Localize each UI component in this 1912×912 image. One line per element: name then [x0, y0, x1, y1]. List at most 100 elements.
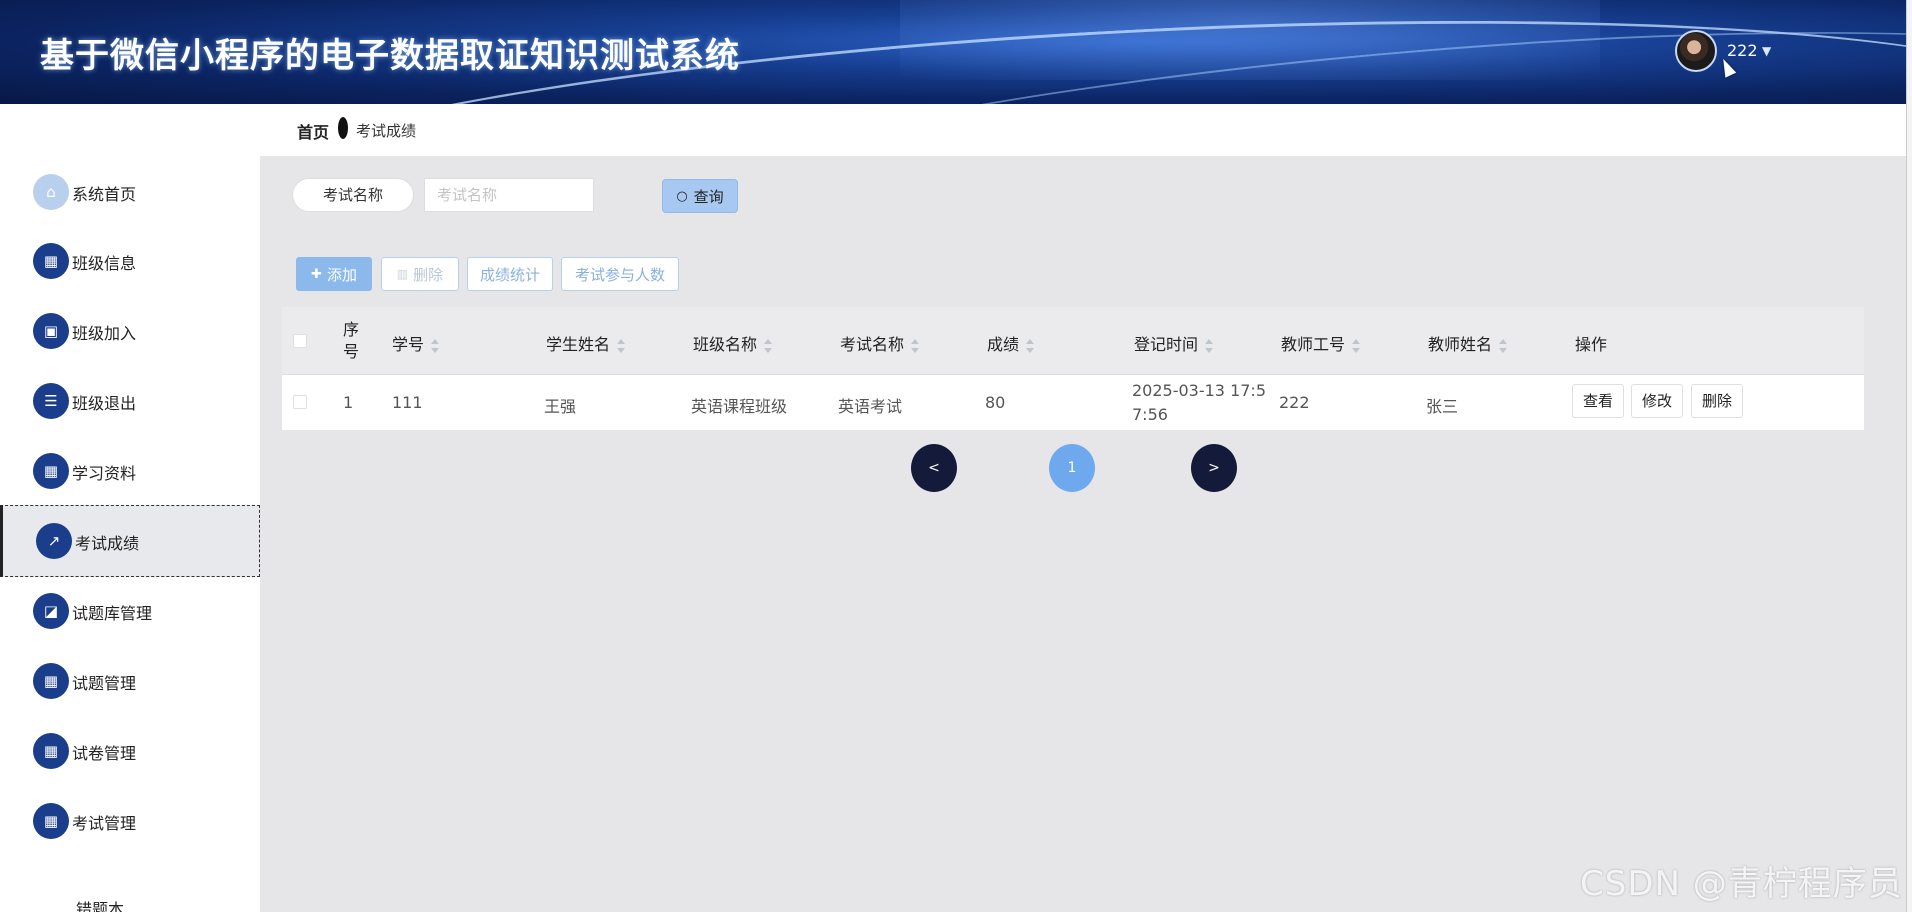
col-score[interactable]: 成绩 [987, 331, 1035, 355]
sort-icon[interactable] [616, 338, 626, 353]
row-checkbox[interactable] [293, 395, 307, 409]
col-teacher-no[interactable]: 教师工号 [1281, 331, 1361, 355]
watermark: CSDN @青柠程序员 [1580, 864, 1903, 904]
grid-icon: ▦ [33, 243, 69, 279]
edit-button[interactable]: 修改 [1631, 384, 1684, 418]
sidebar-item-class-quit[interactable]: ☰ 班级退出 [0, 366, 260, 436]
breadcrumb: 首页 考试成绩 [260, 104, 1906, 156]
col-student-name-label: 学生姓名 [546, 335, 611, 354]
scores-table: 序号 学号 学生姓名 班级名称 考试名称 成绩 登记时间 教师工号 教师姓名 操… [282, 307, 1864, 431]
sort-icon[interactable] [1204, 338, 1214, 353]
breadcrumb-home[interactable]: 首页 [297, 119, 329, 143]
cell-exam-name: 英语考试 [838, 397, 903, 416]
sidebar-item-label: 班级退出 [72, 394, 137, 413]
participants-label: 考试参与人数 [574, 265, 665, 284]
col-index: 序号 [343, 320, 360, 361]
chevron-down-icon[interactable]: ▼ [1762, 44, 1771, 58]
cell-teacher-name: 张三 [1426, 397, 1459, 416]
pagination-next-button[interactable]: > [1191, 444, 1237, 492]
score-stats-button[interactable]: 成绩统计 [467, 257, 553, 291]
sort-icon[interactable] [430, 338, 440, 353]
chart-icon: ↗ [36, 523, 72, 559]
sidebar-item-exams[interactable]: ▦ 考试管理 [0, 786, 260, 856]
col-operation: 操作 [1575, 335, 1608, 354]
add-button[interactable]: ✚ 添加 [296, 257, 372, 291]
sidebar: ⌂ 系统首页 ▦ 班级信息 ▣ 班级加入 ☰ 班级退出 ▦ 学习资料 ↗ 考试成绩 ◪ 试题库管理 ▦ 试题管… [0, 104, 260, 912]
col-class-name-label: 班级名称 [693, 335, 758, 354]
sidebar-item-label: 考试成绩 [75, 534, 140, 553]
sidebar-item-exam-scores[interactable]: ↗ 考试成绩 [0, 505, 260, 577]
view-button[interactable]: 查看 [1572, 384, 1625, 418]
sort-icon[interactable] [763, 338, 773, 353]
row-delete-button[interactable]: 删除 [1691, 384, 1744, 418]
sort-icon[interactable] [1351, 338, 1361, 353]
sidebar-item-questions[interactable]: ▦ 试题管理 [0, 646, 260, 716]
pagination-prev-button[interactable]: < [911, 444, 957, 492]
home-icon: ⌂ [33, 174, 69, 210]
delete-button-label: 删除 [413, 265, 444, 284]
cell-score: 80 [985, 393, 1006, 412]
col-teacher-name-label: 教师姓名 [1428, 335, 1493, 354]
breadcrumb-current: 考试成绩 [356, 122, 417, 140]
query-button[interactable]: ○ 查询 [662, 179, 738, 213]
cell-student-no: 111 [392, 393, 423, 412]
col-exam-name[interactable]: 考试名称 [840, 331, 920, 355]
sidebar-item-class-join[interactable]: ▣ 班级加入 [0, 296, 260, 366]
add-button-label: 添加 [326, 265, 357, 284]
cell-teacher-no: 222 [1279, 393, 1310, 412]
search-field-label: 考试名称 [292, 178, 414, 212]
grid-icon: ▦ [33, 453, 69, 489]
window-scrollbar[interactable] [1906, 0, 1912, 912]
cell-index: 1 [343, 393, 354, 412]
sort-icon[interactable] [1498, 338, 1508, 353]
sidebar-item-label: 考试管理 [72, 814, 137, 833]
col-student-no[interactable]: 学号 [392, 331, 440, 355]
col-exam-name-label: 考试名称 [840, 335, 905, 354]
trash-icon: ▥ [396, 267, 409, 281]
sidebar-item-class-info[interactable]: ▦ 班级信息 [0, 226, 260, 296]
cell-student-name: 王强 [544, 397, 577, 416]
search-icon: ○ [676, 188, 688, 204]
app-title: 基于微信小程序的电子数据取证知识测试系统 [40, 36, 740, 76]
exam-name-search-input[interactable] [424, 178, 594, 212]
col-student-name[interactable]: 学生姓名 [546, 331, 626, 355]
sidebar-item-question-bank[interactable]: ◪ 试题库管理 [0, 576, 260, 646]
sidebar-item-label: 试题管理 [72, 674, 137, 693]
table-row: 1 111 王强 英语课程班级 英语考试 80 2025-03-13 17:57… [282, 375, 1864, 431]
cell-register-time: 2025-03-13 17:57:56 [1132, 381, 1266, 424]
sidebar-item-label: 学习资料 [72, 464, 137, 483]
sidebar-item-label: 班级加入 [72, 324, 137, 343]
bank-icon: ◪ [33, 593, 69, 629]
col-register-time[interactable]: 登记时间 [1134, 331, 1214, 355]
participants-button[interactable]: 考试参与人数 [561, 257, 679, 291]
sidebar-item-wrong-book[interactable]: 错题本 [0, 856, 260, 912]
score-stats-label: 成绩统计 [479, 265, 540, 284]
sidebar-item-label: 系统首页 [72, 185, 137, 204]
select-all-checkbox[interactable] [293, 334, 307, 348]
col-teacher-name[interactable]: 教师姓名 [1428, 331, 1508, 355]
col-register-time-label: 登记时间 [1134, 335, 1199, 354]
sidebar-item-papers[interactable]: ▦ 试卷管理 [0, 716, 260, 786]
plus-icon: ✚ [311, 266, 322, 282]
grid-icon: ▦ [33, 663, 69, 699]
briefcase-icon: ▣ [33, 313, 69, 349]
sidebar-item-label: 错题本 [76, 900, 125, 912]
grid-icon: ▦ [33, 733, 69, 769]
sidebar-item-label: 班级信息 [72, 254, 137, 273]
table-header: 序号 学号 学生姓名 班级名称 考试名称 成绩 登记时间 教师工号 教师姓名 操… [282, 307, 1864, 375]
sidebar-item-home[interactable]: ⌂ 系统首页 [0, 157, 260, 227]
sidebar-item-study-materials[interactable]: ▦ 学习资料 [0, 436, 260, 506]
user-avatar[interactable] [1675, 30, 1717, 72]
pagination-page-1[interactable]: 1 [1049, 444, 1095, 492]
user-name[interactable]: 222 [1727, 41, 1758, 60]
sidebar-item-label: 试题库管理 [72, 604, 153, 623]
sort-icon[interactable] [910, 338, 920, 353]
cell-class-name: 英语课程班级 [691, 397, 788, 416]
grid-icon: ▦ [33, 803, 69, 839]
breadcrumb-separator-icon [338, 117, 348, 139]
sort-icon[interactable] [1025, 338, 1035, 353]
col-student-no-label: 学号 [392, 335, 425, 354]
col-class-name[interactable]: 班级名称 [693, 331, 773, 355]
delete-button[interactable]: ▥ 删除 [381, 257, 459, 291]
col-teacher-no-label: 教师工号 [1281, 335, 1346, 354]
